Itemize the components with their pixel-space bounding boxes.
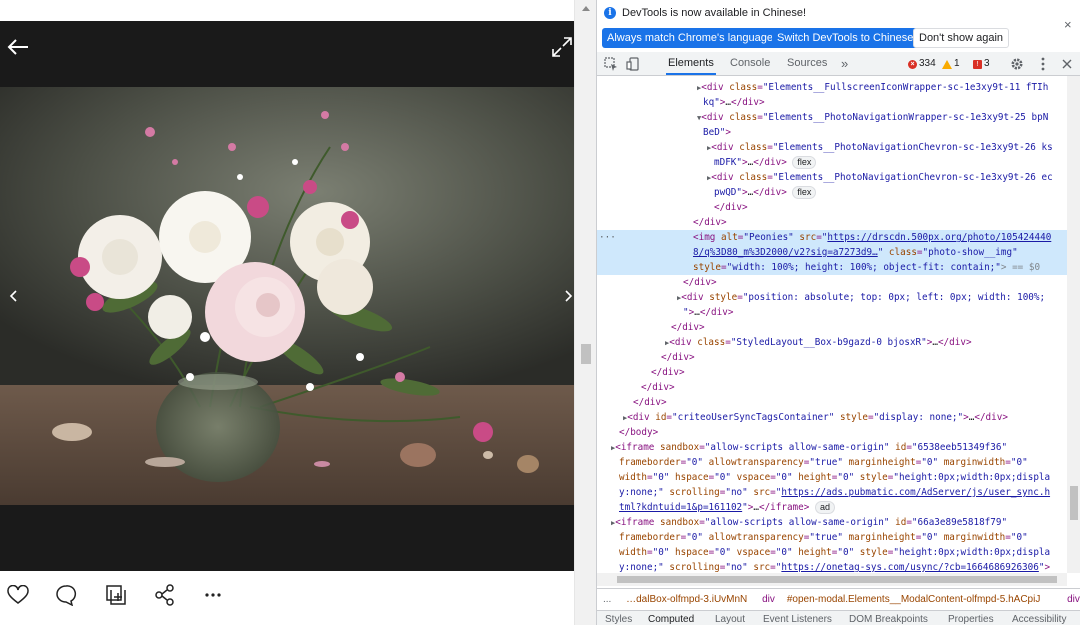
dom-node-line[interactable]: </div> [597,320,1067,335]
more-options-icon[interactable] [201,583,225,607]
tab-dom-breakpoints[interactable]: DOM Breakpoints [849,611,928,625]
dom-node-line[interactable]: frameborder="0" allowtransparency="true"… [597,530,1067,545]
breadcrumb-item[interactable]: div #open-modal.Elements__ModalContent-ol… [762,594,1052,605]
breadcrumb-selector: #open-modal.Elements__ModalContent-olfmp… [786,594,1041,605]
dom-node-selected[interactable]: style="width: 100%; height: 100%; object… [597,260,1067,275]
inspect-element-icon[interactable] [603,56,619,72]
issues-count: 3 [984,58,990,69]
peonies-photo [0,87,574,505]
tab-elements[interactable]: Elements [666,52,716,75]
dom-node-line[interactable]: ▶<div class="Elements__PhotoNavigationCh… [597,170,1067,185]
breadcrumb-ellipsis[interactable]: ... [603,594,611,605]
infobar-message: DevTools is now available in Chinese! [622,7,807,19]
issues-icon: ! [973,59,982,69]
close-icon[interactable]: × [1064,17,1072,32]
add-to-gallery-icon[interactable] [104,583,128,607]
dom-node-line[interactable]: ">…</div> [597,305,1067,320]
dom-node-line[interactable]: </div> [597,395,1067,410]
dom-node-selected[interactable]: <img alt="Peonies" src="https://drscdn.5… [597,230,1067,245]
dom-breadcrumb: ... …dalBox-olfmpd-3.iUvMnN div #open-mod… [597,588,1080,610]
dom-node-line[interactable]: pwQD">…</div> flex [597,185,1067,200]
dom-node-line[interactable]: </div> [597,350,1067,365]
tab-event-listeners[interactable]: Event Listeners [763,611,832,625]
device-toolbar-icon[interactable] [625,56,641,72]
photo-viewer [0,0,574,625]
breadcrumb-item[interactable]: div [1067,594,1080,605]
devtools-tabbar: Elements Console Sources » × 334 1 ! 3 [597,52,1080,76]
dom-node-line[interactable]: </body> [597,425,1067,440]
page-scrollbar[interactable] [574,0,596,625]
devtools-panel: i DevTools is now available in Chinese! … [596,0,1080,625]
tab-layout[interactable]: Layout [715,611,745,625]
language-infobar: i DevTools is now available in Chinese! … [597,0,1080,52]
more-tabs-chevron-icon[interactable]: » [841,52,848,75]
error-count-badge[interactable]: × 334 [908,57,936,71]
dom-node-line[interactable]: ▶<div class="Elements__PhotoNavigationCh… [597,140,1067,155]
gear-icon[interactable] [1009,56,1025,72]
dom-node-line[interactable]: tml?kdntuid=1&p=161102">…</iframe> ad [597,500,1067,515]
tab-accessibility[interactable]: Accessibility [1012,611,1066,625]
dom-node-line[interactable]: </div> [597,365,1067,380]
breadcrumb-item[interactable]: …dalBox-olfmpd-3.iUvMnN [626,594,747,605]
dom-node-line[interactable]: width="0" hspace="0" vspace="0" height="… [597,545,1067,560]
dom-tree-vertical-scrollbar-thumb[interactable] [1070,486,1078,520]
warning-count-badge[interactable]: 1 [942,57,960,71]
photo-action-bar [0,571,574,621]
node-options-icon[interactable]: ··· [599,230,616,245]
dom-node-line[interactable]: ▼<div class="Elements__PhotoNavigationWr… [597,110,1067,125]
dom-node-line[interactable]: frameborder="0" allowtransparency="true"… [597,455,1067,470]
tab-computed[interactable]: Computed [648,611,694,625]
dom-node-line[interactable]: </div> [597,200,1067,215]
scroll-up-arrow-icon[interactable] [582,6,590,11]
dom-node-line[interactable]: kq">…</div> [597,95,1067,110]
chevron-right-icon[interactable] [558,283,574,309]
tab-properties[interactable]: Properties [948,611,994,625]
issues-count-badge[interactable]: ! 3 [973,57,990,71]
dom-node-line[interactable]: width="0" hspace="0" vspace="0" height="… [597,470,1067,485]
comment-icon[interactable] [54,583,78,607]
warning-count: 1 [954,58,960,69]
dom-tree[interactable]: ▶<div class="Elements__FullscreenIconWra… [597,76,1067,573]
back-arrow-icon[interactable] [4,33,32,61]
photo-stage [0,21,574,571]
breadcrumb-tag: div [762,594,775,605]
dom-node-line[interactable]: y:none;" scrolling="no" src="https://ads… [597,485,1067,500]
tab-styles[interactable]: Styles [605,611,632,625]
dom-node-line[interactable]: </div> [597,275,1067,290]
heart-icon[interactable] [6,583,30,607]
dom-node-line[interactable]: ▶<div class="StyledLayout__Box-b9gazd-0 … [597,335,1067,350]
dom-node-line[interactable]: mDFK">…</div> flex [597,155,1067,170]
dom-node-line[interactable]: </div> [597,215,1067,230]
dom-node-line[interactable]: ▶<div style="position: absolute; top: 0p… [597,290,1067,305]
dom-node-line[interactable]: ▶<div class="Elements__FullscreenIconWra… [597,80,1067,95]
close-devtools-icon[interactable] [1059,56,1075,72]
dom-node-line[interactable]: BeD"> [597,125,1067,140]
error-icon: × [908,59,917,69]
dom-node-line[interactable]: ▶<div id="criteoUserSyncTagsContainer" s… [597,410,1067,425]
kebab-menu-icon[interactable] [1035,56,1051,72]
warning-icon [942,59,952,69]
dom-node-line[interactable]: y:none;" scrolling="no" src="https://one… [597,560,1067,573]
dom-node-line[interactable]: ▶<iframe sandbox="allow-scripts allow-sa… [597,515,1067,530]
devtools-sidebar-tabs: Styles Computed Layout Event Listeners D… [597,610,1080,625]
always-match-language-button[interactable]: Always match Chrome's language [602,28,778,48]
share-icon[interactable] [153,583,177,607]
dont-show-again-button[interactable]: Don't show again [913,28,1010,48]
dom-node-line[interactable]: </div> [597,380,1067,395]
dom-tree-horizontal-scrollbar-thumb[interactable] [617,576,1057,583]
info-icon: i [604,7,616,19]
fullscreen-expand-icon[interactable] [548,33,574,61]
tab-console[interactable]: Console [730,52,770,75]
dom-node-line[interactable]: ▶<iframe sandbox="allow-scripts allow-sa… [597,440,1067,455]
tab-sources[interactable]: Sources [787,52,827,75]
dom-tree-vertical-scrollbar[interactable] [1067,76,1080,573]
page-scrollbar-thumb[interactable] [581,344,591,364]
chevron-left-icon[interactable] [4,283,24,309]
switch-to-chinese-button[interactable]: Switch DevTools to Chinese [772,28,919,48]
error-count: 334 [919,58,936,69]
dom-node-selected[interactable]: 8/q%3D80_m%3D2000/v2?sig=a7273d9…" class… [597,245,1067,260]
dom-tree-horizontal-scrollbar[interactable] [597,573,1067,586]
